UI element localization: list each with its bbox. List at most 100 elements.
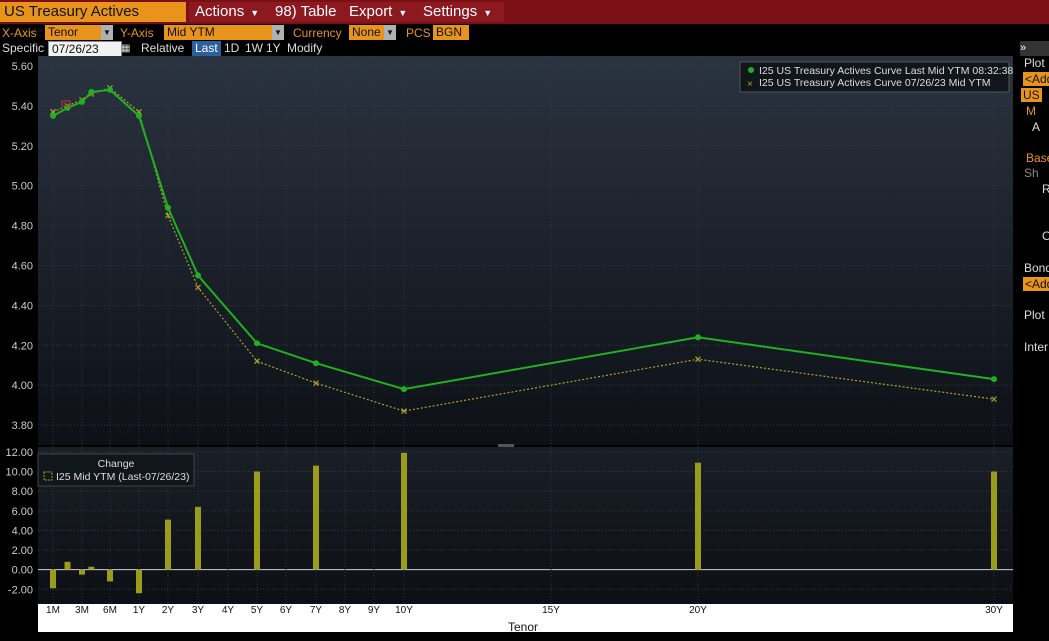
y-tick-label: 4.80	[12, 221, 33, 233]
collapse-icon[interactable]: »	[1020, 41, 1026, 56]
x-tick-label: 15Y	[542, 605, 560, 616]
x-tick-label: 9Y	[368, 605, 381, 616]
y-tick-label: 2.00	[12, 545, 33, 557]
current-curve-point	[254, 340, 260, 347]
actions-label: Actions	[195, 3, 245, 20]
legend-marker-previous: ×	[747, 79, 753, 90]
y-tick-label: 4.20	[12, 340, 33, 352]
change-bar	[64, 561, 71, 570]
sidebar-plot2[interactable]: Plot	[1024, 308, 1045, 322]
x-tick-label: 10Y	[395, 605, 413, 616]
sidebar-bond[interactable]: Bond	[1024, 261, 1049, 275]
change-bar	[195, 506, 201, 570]
settings-sidebar: » Plot <Add US M A Base Sh R O Bond <Add…	[1020, 41, 1049, 641]
settings-menu[interactable]: Settings ▼	[417, 2, 504, 22]
sidebar-base[interactable]: Base	[1026, 151, 1049, 165]
sidebar-add-button[interactable]: <Add	[1023, 72, 1049, 86]
x-tick-label: 3Y	[192, 605, 205, 616]
current-curve-point	[695, 334, 701, 341]
x-tick-label: 7Y	[310, 605, 323, 616]
panel-splitter[interactable]	[498, 444, 514, 447]
x-tick-label: 4Y	[222, 605, 235, 616]
table-button[interactable]: 98) Table	[269, 2, 349, 22]
y-tick-label: 4.40	[12, 300, 33, 312]
current-curve-point	[313, 360, 319, 367]
y-tick-label: 4.00	[12, 380, 33, 392]
specific-date-input[interactable]: 07/26/23	[48, 41, 122, 57]
yaxis-select[interactable]: Mid YTM	[164, 25, 274, 40]
1y-button[interactable]: 1Y	[266, 41, 281, 56]
current-curve-point	[107, 86, 113, 93]
y-tick-label: 0.00	[12, 565, 33, 577]
1w-button[interactable]: 1W	[245, 41, 263, 56]
yield-curve-chart: 5.60 5.40 5.20 5.00 4.80 4.60 4.40 4.20 4.00 3.80…	[5, 56, 1013, 634]
x-tick-label: 2Y	[162, 605, 175, 616]
sidebar-us-item[interactable]: US	[1021, 88, 1042, 102]
currency-select[interactable]: None	[349, 25, 385, 40]
x-tick-label: 5Y	[251, 605, 264, 616]
current-curve-point	[79, 98, 85, 105]
x-tick-label: 3M	[75, 605, 89, 616]
specific-label: Specific	[2, 41, 45, 55]
current-curve-point	[88, 88, 95, 95]
calendar-icon[interactable]: ▦	[121, 41, 130, 56]
y-tick-label: 8.00	[12, 486, 33, 498]
y-tick-label: 5.00	[12, 181, 33, 193]
y-tick-label: 12.00	[5, 447, 33, 459]
xaxis-select[interactable]: Tenor	[45, 25, 105, 40]
pcs-field[interactable]: BGN	[433, 25, 469, 40]
y-tick-label: 10.00	[5, 467, 33, 479]
current-curve-point	[991, 376, 997, 383]
window-title: US Treasury Actives Curve	[0, 2, 186, 40]
sidebar-a-item[interactable]: A	[1032, 120, 1040, 134]
sidebar-sh-item[interactable]: Sh	[1024, 166, 1039, 180]
sidebar-add-bond-button[interactable]: <Add	[1023, 277, 1049, 291]
current-curve-point	[50, 112, 56, 119]
chevron-down-icon[interactable]: ▼	[101, 25, 113, 40]
1d-button[interactable]: 1D	[224, 41, 239, 56]
relative-label: Relative	[141, 41, 185, 55]
legend-marker-current	[748, 67, 754, 73]
change-bar	[165, 519, 171, 570]
change-bar	[313, 465, 319, 570]
last-button[interactable]: Last	[192, 41, 221, 56]
x-tick-label: 20Y	[689, 605, 707, 616]
current-curve-point	[165, 204, 171, 211]
x-tick-label: 1M	[46, 605, 60, 616]
change-bar	[991, 471, 997, 570]
y-tick-label: -2.00	[8, 584, 33, 596]
current-curve-point	[136, 112, 142, 119]
x-tick-label: 30Y	[985, 605, 1003, 616]
x-axis-title: Tenor	[508, 620, 538, 634]
y-tick-label: 5.60	[12, 61, 33, 73]
sidebar-inter[interactable]: Inter	[1024, 340, 1048, 354]
y-tick-label: 4.00	[12, 525, 33, 537]
chevron-down-icon[interactable]: ▼	[272, 25, 284, 40]
sidebar-r-item[interactable]: R	[1042, 182, 1049, 196]
x-tick-label: 6M	[103, 605, 117, 616]
axis-controls: X-Axis Tenor ▼ Y-Axis Mid YTM ▼ Currency…	[0, 25, 1049, 41]
sidebar-header: »	[1020, 41, 1049, 56]
sidebar-m-item[interactable]: M	[1026, 104, 1036, 118]
chevron-down-icon[interactable]: ▼	[384, 25, 396, 40]
change-bar	[401, 452, 407, 570]
change-bar	[88, 566, 95, 570]
top-plot-area	[38, 56, 1013, 445]
x-tick-label: 6Y	[280, 605, 293, 616]
sidebar-o-item[interactable]: O	[1042, 229, 1049, 243]
modify-button[interactable]: Modify	[287, 41, 322, 56]
y-tick-label: 4.60	[12, 260, 33, 272]
y-tick-label: 3.80	[12, 420, 33, 432]
date-controls: Specific 07/26/23 ▦ Relative Last 1D 1W …	[0, 41, 1049, 57]
export-menu[interactable]: Export ▼	[343, 2, 423, 22]
y-tick-label: 5.40	[12, 101, 33, 113]
xaxis-label: X-Axis	[2, 26, 37, 40]
legend-previous-label: I25 US Treasury Actives Curve 07/26/23 M…	[759, 77, 991, 89]
change-bar	[107, 569, 113, 582]
table-label: 98) Table	[275, 3, 337, 20]
actions-menu[interactable]: Actions ▼	[189, 2, 275, 22]
y-tick-label: 6.00	[12, 506, 33, 518]
change-bar	[695, 462, 701, 570]
export-label: Export	[349, 3, 393, 20]
sidebar-plot[interactable]: Plot	[1024, 56, 1045, 70]
